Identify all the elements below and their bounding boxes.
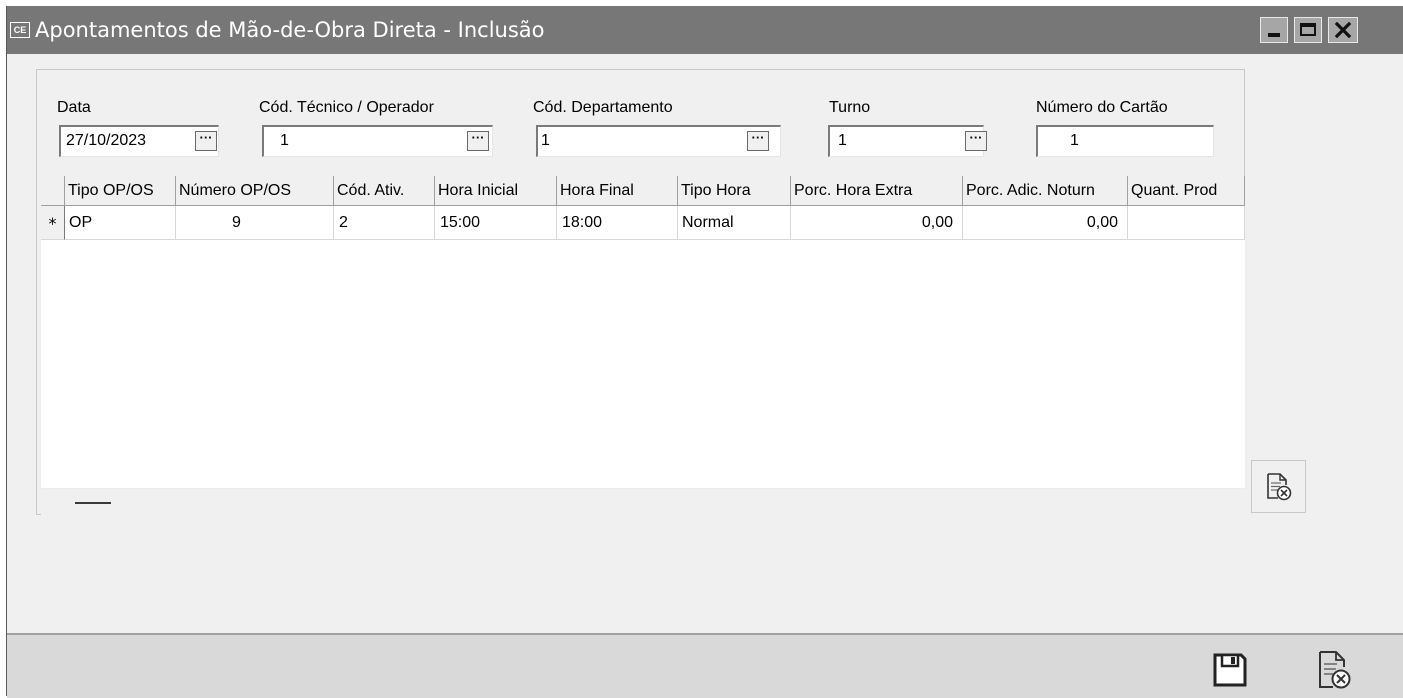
cell-tipo-op[interactable]: OP [65, 206, 176, 240]
save-button[interactable] [1212, 652, 1252, 692]
grid-corner [41, 176, 65, 206]
col-header-porc-hora-extra[interactable]: Porc. Hora Extra [791, 176, 963, 206]
cell-cod-ativ[interactable]: 2 [334, 206, 435, 240]
window: CE Apontamentos de Mão-de-Obra Direta - … [6, 6, 1403, 698]
cartao-label: Número do Cartão [1036, 99, 1168, 116]
col-header-hora-final[interactable]: Hora Final [557, 176, 678, 206]
cell-numero-op[interactable]: 9 [176, 206, 334, 240]
scrollbar-thumb[interactable] [75, 502, 111, 504]
cartao-value: 1 [1070, 132, 1079, 149]
data-value: 27/10/2023 [66, 132, 147, 149]
row-indicator[interactable]: * [41, 206, 65, 240]
appointments-grid[interactable]: Tipo OP/OS Número OP/OS Cód. Ativ. Hora … [41, 176, 1245, 517]
data-label: Data [57, 99, 91, 116]
cell-hora-inicial[interactable]: 15:00 [435, 206, 557, 240]
cell-hora-final[interactable]: 18:00 [557, 206, 678, 240]
cartao-field[interactable]: 1 [1036, 125, 1214, 157]
col-header-numero-op[interactable]: Número OP/OS [176, 176, 334, 206]
minimize-icon [1268, 33, 1280, 37]
bottom-toolbar [7, 633, 1403, 698]
app-badge: CE [10, 22, 30, 38]
tecnico-lookup-button[interactable]: ··· [467, 131, 489, 151]
cancel-document-icon [1319, 651, 1351, 689]
tecnico-label: Cód. Técnico / Operador [259, 99, 434, 116]
maximize-icon [1300, 23, 1316, 36]
save-disk-icon [1213, 653, 1247, 687]
turno-label: Turno [829, 99, 871, 116]
window-title: Apontamentos de Mão-de-Obra Direta - Inc… [35, 18, 545, 42]
close-icon [1334, 22, 1352, 38]
close-button[interactable] [1328, 17, 1358, 43]
col-header-porc-adic-noturno[interactable]: Porc. Adic. Noturn [963, 176, 1128, 206]
delete-row-button[interactable] [1251, 460, 1306, 513]
departamento-field[interactable]: 1 [536, 125, 781, 157]
tecnico-field[interactable]: 1 [262, 125, 493, 157]
turno-value: 1 [838, 132, 847, 149]
departamento-value: 1 [541, 132, 550, 149]
departamento-lookup-button[interactable]: ··· [747, 131, 769, 151]
minimize-button[interactable] [1260, 17, 1288, 43]
departamento-label: Cód. Departamento [533, 99, 673, 116]
delete-document-icon [1267, 473, 1292, 501]
cell-quant-prod[interactable] [1128, 206, 1245, 240]
col-header-tipo-op[interactable]: Tipo OP/OS [65, 176, 176, 206]
turno-lookup-button[interactable]: ··· [965, 131, 987, 151]
cell-tipo-hora[interactable]: Normal [678, 206, 791, 240]
col-header-hora-inicial[interactable]: Hora Inicial [435, 176, 557, 206]
col-header-quant-prod[interactable]: Quant. Prod [1128, 176, 1245, 206]
title-bar[interactable]: CE Apontamentos de Mão-de-Obra Direta - … [7, 6, 1403, 54]
col-header-cod-ativ[interactable]: Cód. Ativ. [334, 176, 435, 206]
horizontal-scrollbar[interactable] [41, 488, 1245, 517]
turno-field[interactable]: 1 [828, 125, 984, 157]
cell-porc-hora-extra[interactable]: 0,00 [791, 206, 963, 240]
maximize-button[interactable] [1294, 17, 1322, 43]
data-lookup-button[interactable]: ··· [195, 131, 217, 151]
col-header-tipo-hora[interactable]: Tipo Hora [678, 176, 791, 206]
cell-porc-adic-noturno[interactable]: 0,00 [963, 206, 1128, 240]
cancel-button[interactable] [1317, 650, 1357, 692]
tecnico-value: 1 [280, 132, 289, 149]
